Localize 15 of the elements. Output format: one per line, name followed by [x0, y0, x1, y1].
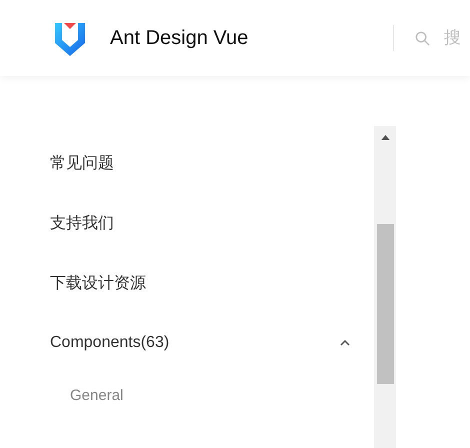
menu-item-label: Components(63)	[50, 334, 170, 352]
menu-item-label: 下载设计资源	[50, 274, 146, 294]
menu-item[interactable]: 支持我们	[0, 193, 374, 253]
search-icon	[415, 30, 430, 46]
logo-icon	[55, 20, 85, 56]
menu-item[interactable]: Components(63)	[0, 313, 374, 373]
site-title[interactable]: Ant Design Vue	[110, 26, 248, 50]
scroll-up-icon[interactable]	[380, 135, 390, 140]
menu-group-title: General	[69, 386, 124, 406]
menu-item-label: 常见问题	[50, 154, 114, 174]
menu-item[interactable]: 下载设计资源	[0, 253, 374, 313]
scrollbar[interactable]	[374, 126, 396, 448]
menu-item[interactable]: 常见问题	[0, 133, 374, 193]
menu-item-label: 支持我们	[50, 214, 114, 234]
scrollbar-thumb[interactable]	[376, 224, 394, 384]
